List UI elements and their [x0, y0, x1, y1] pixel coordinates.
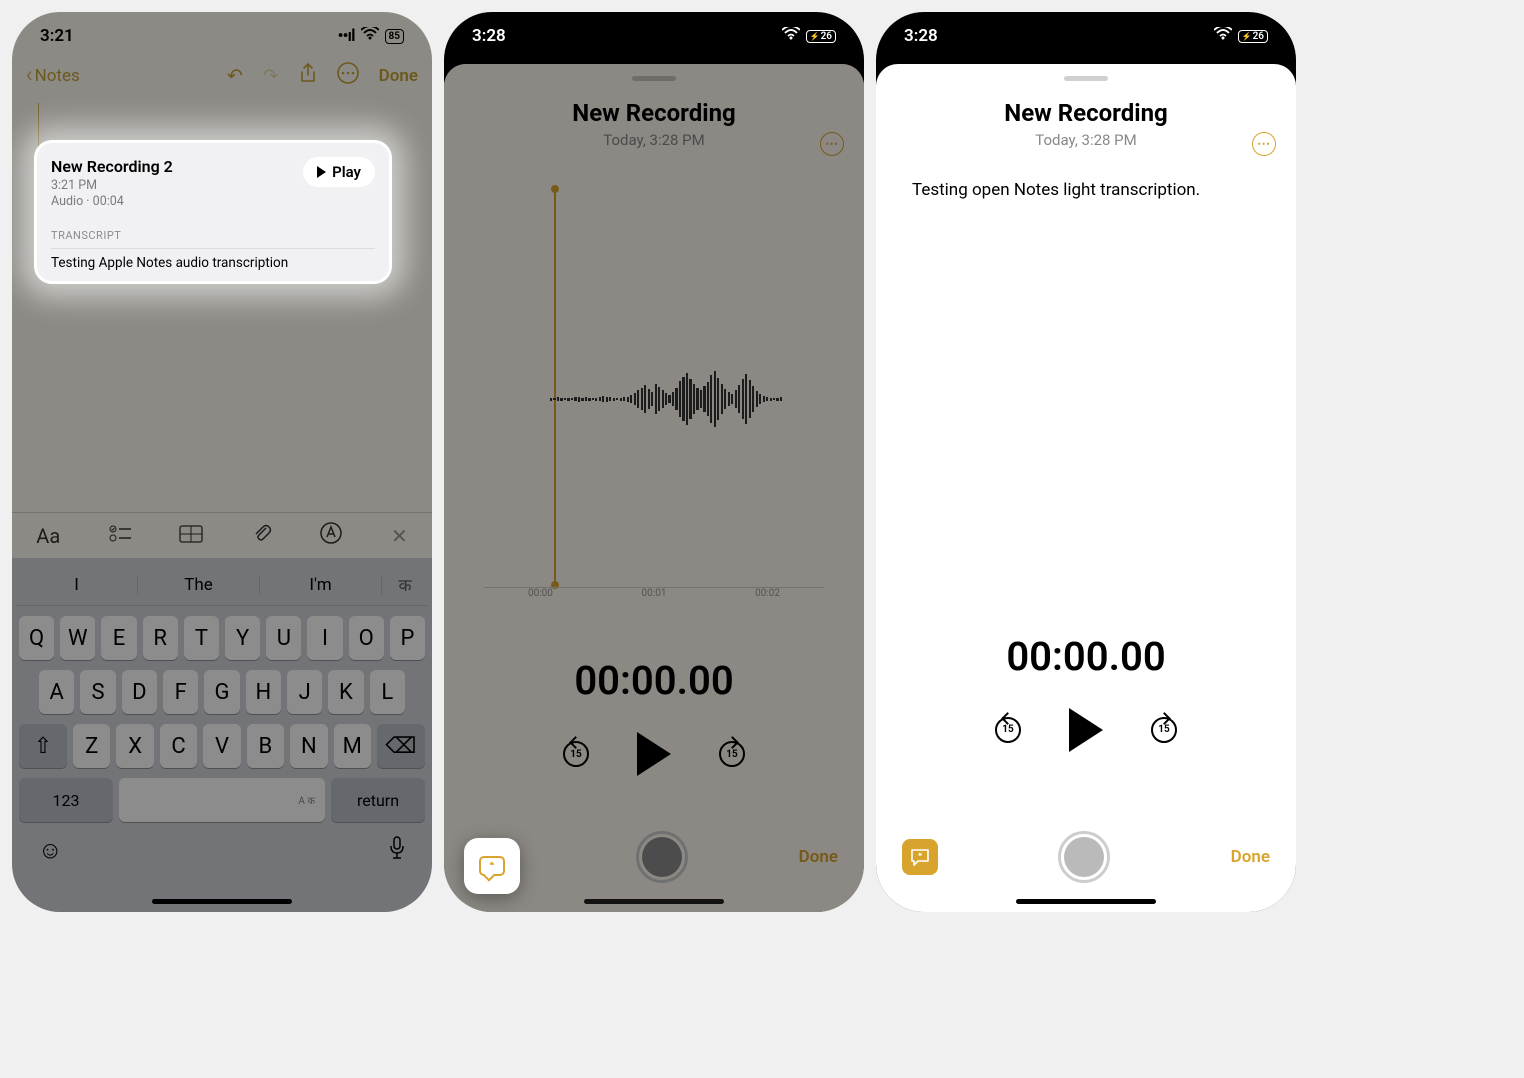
- status-time: 3:28: [904, 26, 938, 46]
- playback-controls: 15 15: [876, 708, 1296, 752]
- wifi-icon: [782, 26, 800, 46]
- recording-card[interactable]: New Recording 2 3:21 PM Audio · 00:04 Pl…: [34, 140, 392, 284]
- skip-forward-button[interactable]: 15: [1151, 717, 1177, 743]
- recording-time: 3:21 PM: [51, 178, 173, 193]
- recording-meta: Audio · 00:04: [51, 194, 173, 209]
- transcript-body: Testing open Notes light transcription.: [876, 149, 1296, 203]
- status-time: 3:28: [472, 26, 506, 46]
- status-icons: ⚡26: [1214, 26, 1268, 46]
- recording-title: New Recording: [876, 99, 1296, 127]
- speech-bubble-icon: ❝: [479, 856, 505, 876]
- status-bar: 3:28 ⚡26: [444, 12, 864, 54]
- recording-title: New Recording 2: [51, 157, 173, 176]
- dim-overlay: [444, 64, 864, 912]
- transcript-text: Testing Apple Notes audio transcription: [51, 248, 375, 271]
- skip-back-button[interactable]: 15: [995, 717, 1021, 743]
- battery-icon: ⚡26: [1238, 30, 1268, 43]
- play-button[interactable]: Play: [303, 157, 375, 187]
- status-icons: ⚡26: [782, 26, 836, 46]
- play-button[interactable]: [1069, 708, 1103, 752]
- home-indicator[interactable]: [1016, 899, 1156, 904]
- done-button[interactable]: Done: [1231, 847, 1270, 867]
- bottom-bar: ❝ Done: [876, 822, 1296, 892]
- record-button[interactable]: [1058, 831, 1110, 883]
- phone-notes-with-card: 3:21 ••ıl 85 ‹ Notes ↶ ↷ Done: [12, 12, 432, 912]
- sheet-grabber[interactable]: [1064, 76, 1108, 81]
- recording-subtitle: Today, 3:28 PM: [876, 131, 1296, 149]
- recording-sheet: ⋯ New Recording Today, 3:28 PM Testing o…: [876, 64, 1296, 912]
- phone-recording-waveform: 3:28 ⚡26 ⋯ New Recording Today, 3:28 PM …: [444, 12, 864, 912]
- recording-sheet: ⋯ New Recording Today, 3:28 PM 00:00 00:…: [444, 64, 864, 912]
- battery-icon: ⚡26: [806, 30, 836, 43]
- more-icon[interactable]: ⋯: [1252, 132, 1276, 156]
- svg-text:❝: ❝: [918, 852, 922, 860]
- transcript-button-active[interactable]: ❝: [902, 839, 938, 875]
- transcript-text: Testing open Notes light transcription.: [912, 179, 1260, 203]
- status-bar: 3:28 ⚡26: [876, 12, 1296, 54]
- transcript-button[interactable]: ❝: [464, 838, 520, 894]
- wifi-icon: [1214, 26, 1232, 46]
- play-icon: [317, 166, 326, 178]
- play-label: Play: [332, 163, 361, 181]
- timer: 00:00.00: [876, 633, 1296, 680]
- phone-recording-transcript: 3:28 ⚡26 ⋯ New Recording Today, 3:28 PM …: [876, 12, 1296, 912]
- transcript-label: TRANSCRIPT: [51, 229, 375, 242]
